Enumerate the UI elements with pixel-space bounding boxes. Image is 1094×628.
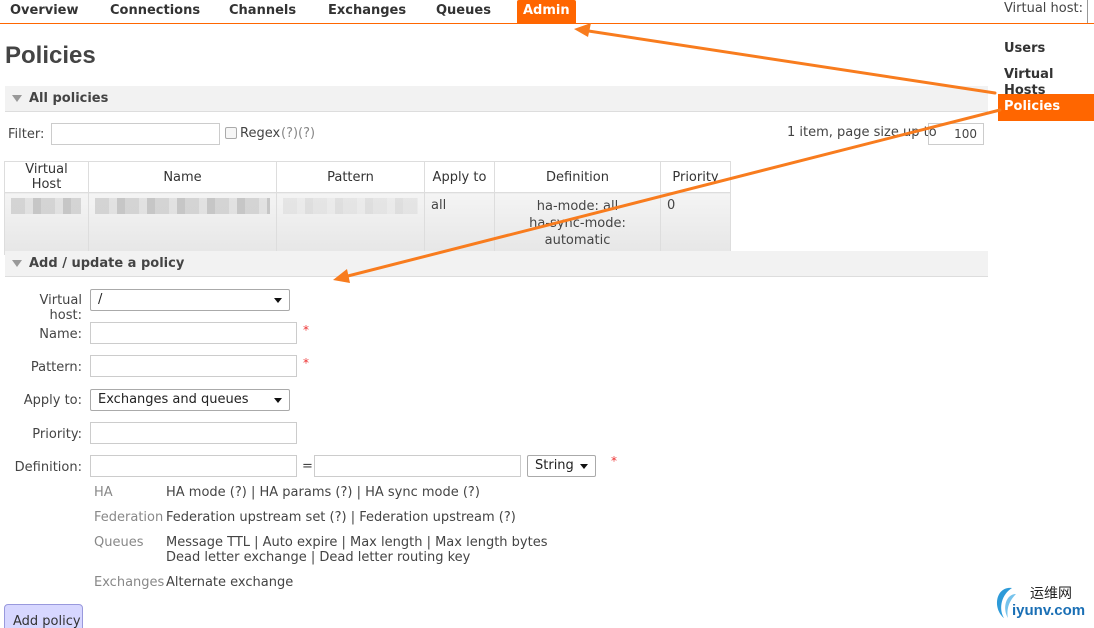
col-pattern[interactable]: Pattern [276, 161, 425, 193]
name-input[interactable] [90, 322, 297, 344]
apply-to-select[interactable]: Exchanges and queues [90, 389, 290, 411]
queues-links-line[interactable]: Message TTL | Auto expire | Max length |… [166, 535, 547, 550]
top-nav: Overview Connections Channels Exchanges … [0, 0, 1094, 24]
tab-queues[interactable]: Queues [436, 0, 491, 23]
col-name[interactable]: Name [88, 161, 277, 193]
group-label-federation: Federation [94, 510, 164, 525]
required-mark: * [303, 356, 309, 370]
all-policies-header[interactable]: All policies [5, 86, 988, 112]
cell-apply-to: all [424, 192, 495, 255]
sidebar-item-policies[interactable]: Policies [998, 94, 1094, 121]
cell-priority: 0 [660, 192, 731, 255]
virtual-host-selector[interactable]: Virtual host: [1004, 0, 1088, 23]
filter-label: Filter: [8, 127, 45, 142]
priority-label: Priority: [32, 427, 82, 442]
definition-type-select[interactable]: String [527, 455, 596, 477]
col-apply-to[interactable]: Apply to [424, 161, 495, 193]
arrowhead-icon [574, 23, 591, 37]
filter-input[interactable] [51, 123, 220, 145]
virtual-host-label: Virtual host: [39, 293, 82, 323]
cell-pattern [276, 192, 425, 255]
page-title: Policies [5, 42, 96, 69]
definition-equals: = [302, 459, 313, 474]
watermark-line1: 运维网 [1030, 586, 1072, 602]
col-priority[interactable]: Priority [660, 161, 731, 193]
definition-line: ha-mode: all [536, 199, 619, 214]
tab-overview[interactable]: Overview [10, 0, 79, 23]
federation-links[interactable]: Federation upstream set (?) | Federation… [166, 510, 516, 525]
add-policy-header[interactable]: Add / update a policy [5, 251, 988, 277]
definition-label: Definition: [14, 460, 82, 475]
redacted-text [95, 198, 270, 214]
required-mark: * [611, 454, 617, 468]
group-label-exchanges: Exchanges [94, 575, 165, 590]
paging-text: 1 item, page size up to [787, 125, 937, 140]
annotation-arrow-line [580, 28, 997, 95]
regex-checkbox[interactable] [225, 127, 237, 139]
page-size-input[interactable]: 100 [928, 123, 984, 145]
ha-links[interactable]: HA mode (?) | HA params (?) | HA sync mo… [166, 485, 480, 500]
sidebar-item-virtual-hosts[interactable]: Virtual Hosts [998, 67, 1094, 98]
add-policy-button[interactable]: Add policy [4, 604, 83, 628]
required-mark: * [303, 323, 309, 337]
redacted-text [11, 198, 81, 214]
policies-table: Virtual Host Name Pattern Apply to Defin… [4, 161, 731, 255]
name-label: Name: [39, 327, 82, 342]
apply-to-value: Exchanges and queues [98, 392, 249, 407]
col-virtual-host[interactable]: Virtual Host [4, 161, 89, 193]
apply-to-label: Apply to: [23, 393, 82, 408]
cell-definition: ha-mode: all ha-sync-mode: automatic [494, 192, 661, 255]
definition-key-input[interactable] [90, 455, 297, 477]
definition-type-value: String [535, 458, 574, 473]
collapse-triangle-icon [12, 95, 22, 102]
section-title: Add / update a policy [29, 256, 185, 271]
queues-links[interactable]: Message TTL | Auto expire | Max length |… [166, 535, 547, 565]
pattern-label: Pattern: [30, 360, 82, 375]
cell-virtual-host [4, 192, 89, 255]
virtual-host-select[interactable]: / [90, 289, 290, 311]
cell-name[interactable] [88, 192, 277, 255]
dropdown-arrow-icon [274, 398, 282, 403]
dropdown-arrow-icon [580, 464, 588, 469]
virtual-host-value: / [98, 292, 103, 307]
regex-label: Regex [240, 126, 281, 141]
exchanges-links[interactable]: Alternate exchange [166, 575, 293, 590]
group-label-queues: Queues [94, 535, 144, 550]
definition-line: ha-sync-mode: automatic [529, 216, 626, 248]
queues-links-line[interactable]: Dead letter exchange | Dead letter routi… [166, 550, 547, 565]
collapse-triangle-icon [12, 260, 22, 267]
watermark-line2: iyunv.com [1012, 602, 1086, 619]
tab-channels[interactable]: Channels [229, 0, 296, 23]
priority-input[interactable] [90, 422, 297, 444]
sidebar-item-users[interactable]: Users [998, 40, 1094, 67]
watermark-logo: 运维网 iyunv.com [988, 580, 1092, 626]
tab-admin[interactable]: Admin [517, 0, 576, 23]
tab-exchanges[interactable]: Exchanges [328, 0, 406, 23]
dropdown-arrow-icon [274, 298, 282, 303]
section-title: All policies [29, 91, 109, 106]
tab-connections[interactable]: Connections [110, 0, 200, 23]
table-row[interactable]: all ha-mode: all ha-sync-mode: automatic… [4, 192, 731, 255]
regex-help-link[interactable]: (?)(?) [281, 126, 315, 141]
redacted-text [283, 198, 418, 214]
group-label-ha: HA [94, 485, 113, 500]
admin-sidebar: Users Virtual Hosts Policies [998, 40, 1094, 121]
definition-value-input[interactable] [314, 455, 521, 477]
col-definition[interactable]: Definition [494, 161, 661, 193]
pattern-input[interactable] [90, 355, 297, 377]
